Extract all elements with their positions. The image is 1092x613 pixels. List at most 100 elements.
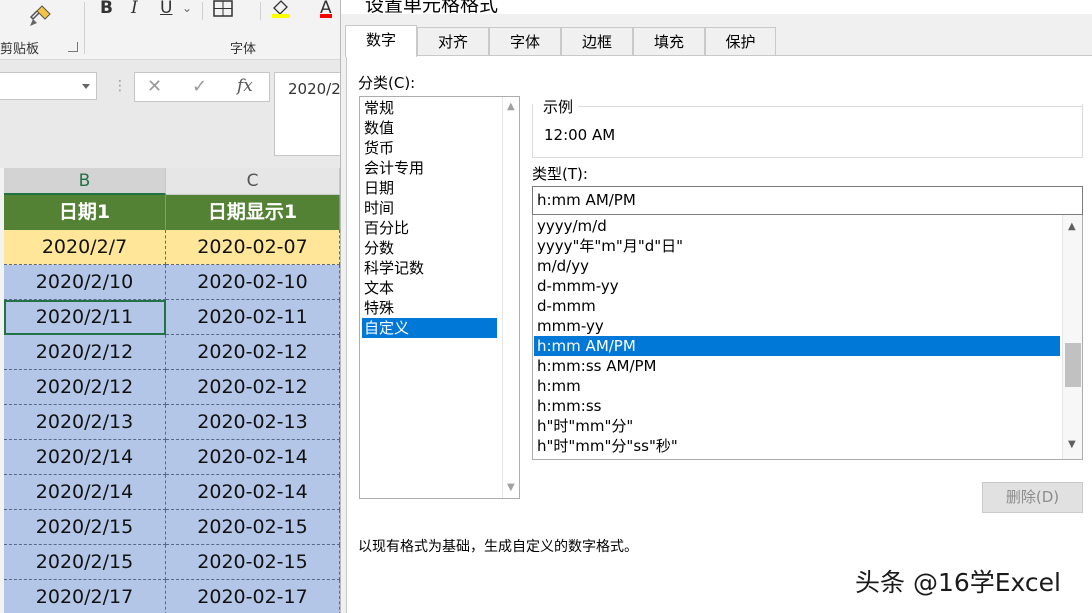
cell-date[interactable]: 2020/2/17 <box>4 580 166 613</box>
category-item[interactable]: 特殊 <box>362 298 497 318</box>
format-item[interactable]: h:mm:ss <box>534 396 1060 416</box>
cell-date[interactable]: 2020/2/7 <box>4 230 166 265</box>
cell-date-display[interactable]: 2020-02-17 <box>166 580 340 613</box>
cell-date-display[interactable]: 2020-02-15 <box>166 545 340 580</box>
dialog-title: 设置单元格格式 <box>365 0 499 14</box>
type-label: 类型(T): <box>532 165 588 183</box>
scroll-thumb[interactable] <box>1065 343 1081 387</box>
format-item[interactable]: m/d/yy <box>534 256 1060 276</box>
delete-button[interactable]: 删除(D) <box>982 482 1083 513</box>
category-item[interactable]: 数值 <box>362 118 497 138</box>
category-item[interactable]: 时间 <box>362 198 497 218</box>
data-rows: 2020/2/7 2020-02-07 2020/2/10 2020-02-10 202… <box>0 230 340 613</box>
cell-date[interactable]: 2020/2/13 <box>4 405 166 440</box>
clipboard-group-label: 剪贴板 <box>0 42 40 57</box>
font-group-label: 字体 <box>230 42 257 57</box>
splitter-handle[interactable]: ⋮ <box>113 78 127 94</box>
cell-date[interactable]: 2020/2/10 <box>4 265 166 300</box>
tab-border[interactable]: 边框 <box>561 27 633 56</box>
format-item[interactable]: h:mm <box>534 376 1060 396</box>
scroll-down-icon[interactable]: ▼ <box>507 482 515 493</box>
formula-input[interactable]: 2020/2/7 <box>274 72 340 156</box>
format-item[interactable]: h"时"mm"分"ss"秒" <box>534 436 1060 456</box>
tab-font[interactable]: 字体 <box>489 27 561 56</box>
cell-date-display[interactable]: 2020-02-10 <box>166 265 340 300</box>
category-item[interactable]: 货币 <box>362 138 497 158</box>
tab-protection[interactable]: 保护 <box>705 27 776 56</box>
fill-color-icon[interactable] <box>270 0 292 18</box>
font-color-button[interactable]: A <box>320 0 332 18</box>
underline-button[interactable]: U <box>160 0 172 18</box>
name-box[interactable] <box>0 72 97 100</box>
cancel-icon[interactable]: ✕ <box>147 76 162 97</box>
dialog-titlebar[interactable]: 设置单元格格式 <box>341 0 1092 14</box>
ribbon-divider <box>260 2 261 20</box>
cell-date-display[interactable]: 2020-02-12 <box>166 370 340 405</box>
type-input[interactable]: h:mm AM/PM <box>532 186 1083 215</box>
insert-function-icon[interactable]: fx <box>237 76 253 96</box>
sample-label: 示例 <box>540 96 577 117</box>
cell-date-display[interactable]: 2020-02-13 <box>166 405 340 440</box>
table-row: 2020/2/10 2020-02-10 <box>0 265 340 300</box>
format-item[interactable]: d-mmm <box>534 296 1060 316</box>
table-row: 2020/2/15 2020-02-15 <box>0 510 340 545</box>
category-item[interactable]: 常规 <box>362 98 497 118</box>
format-painter-icon[interactable] <box>28 4 54 28</box>
scroll-down-icon[interactable]: ▼ <box>1068 439 1076 450</box>
cell-date[interactable]: 2020/2/12 <box>4 335 166 370</box>
format-item[interactable]: yyyy"年"m"月"d"日" <box>534 236 1060 256</box>
watermark: 头条 @16学Excel <box>855 568 1061 597</box>
cell-date-display[interactable]: 2020-02-12 <box>166 335 340 370</box>
cell-date-display[interactable]: 2020-02-11 <box>166 300 340 335</box>
enter-icon[interactable]: ✓ <box>192 76 207 97</box>
cell-date[interactable]: 2020/2/14 <box>4 475 166 510</box>
formula-bar: ⋮ ✕ ✓ fx 2020/2/7 <box>0 60 340 168</box>
format-item[interactable]: h:mm:ss AM/PM <box>534 356 1060 376</box>
underline-dropdown[interactable]: ⌄ <box>182 0 192 18</box>
cell-date[interactable]: 2020/2/11 <box>4 300 166 335</box>
ribbon-divider <box>84 2 85 54</box>
category-item[interactable]: 自定义 <box>362 318 497 338</box>
column-header-b[interactable]: B <box>4 168 166 195</box>
formula-buttons: ✕ ✓ fx <box>134 72 270 102</box>
chevron-down-icon[interactable] <box>82 84 90 89</box>
cell-date[interactable]: 2020/2/15 <box>4 545 166 580</box>
format-item[interactable]: mmm-yy <box>534 316 1060 336</box>
table-row: 2020/2/17 2020-02-17 <box>0 580 340 613</box>
ribbon-divider <box>202 2 203 20</box>
cell-date-display[interactable]: 2020-02-14 <box>166 475 340 510</box>
cell-date-display[interactable]: 2020-02-15 <box>166 510 340 545</box>
format-item[interactable]: h:mm AM/PM <box>534 336 1060 356</box>
cell-date[interactable]: 2020/2/15 <box>4 510 166 545</box>
tab-number[interactable]: 数字 <box>345 25 417 57</box>
format-item[interactable]: yyyy/m/d <box>534 216 1060 236</box>
column-header-c[interactable]: C <box>166 168 340 195</box>
scroll-up-icon[interactable]: ▲ <box>507 101 515 112</box>
tab-alignment[interactable]: 对齐 <box>417 27 489 56</box>
scroll-up-icon[interactable]: ▲ <box>1068 221 1076 232</box>
borders-icon[interactable] <box>213 0 235 18</box>
category-item[interactable]: 会计专用 <box>362 158 497 178</box>
category-scrollbar[interactable]: ▲ ▼ <box>502 97 519 498</box>
category-item[interactable]: 日期 <box>362 178 497 198</box>
cell-date-display[interactable]: 2020-02-14 <box>166 440 340 475</box>
cell-date[interactable]: 2020/2/12 <box>4 370 166 405</box>
dialog-launcher-icon[interactable] <box>68 42 78 52</box>
format-scrollbar[interactable]: ▲ ▼ <box>1062 215 1082 459</box>
category-item[interactable]: 分数 <box>362 238 497 258</box>
format-list[interactable]: h"时"mm"分"ss"秒" h"时"mm"分" h:mm:ss h:mm h:mm:s… <box>532 215 1083 460</box>
cell-date[interactable]: 2020/2/14 <box>4 440 166 475</box>
category-item[interactable]: 科学记数 <box>362 258 497 278</box>
header-cell-b[interactable]: 日期1 <box>4 195 166 230</box>
category-item[interactable]: 文本 <box>362 278 497 298</box>
sample-value: 12:00 AM <box>544 126 616 144</box>
format-item[interactable]: d-mmm-yy <box>534 276 1060 296</box>
tab-fill[interactable]: 填充 <box>633 27 705 56</box>
format-item[interactable]: h"时"mm"分" <box>534 416 1060 436</box>
cell-date-display[interactable]: 2020-02-07 <box>166 230 340 265</box>
italic-button[interactable]: I <box>131 0 138 18</box>
bold-button[interactable]: B <box>100 0 113 18</box>
header-cell-c[interactable]: 日期显示1 <box>166 195 340 230</box>
category-item[interactable]: 百分比 <box>362 218 497 238</box>
category-list[interactable]: ▲ ▼ 常规 数值 货币 会计专用 日期 时间 百分比 分数 科学记数 文本 特殊 自定义 <box>359 96 520 499</box>
